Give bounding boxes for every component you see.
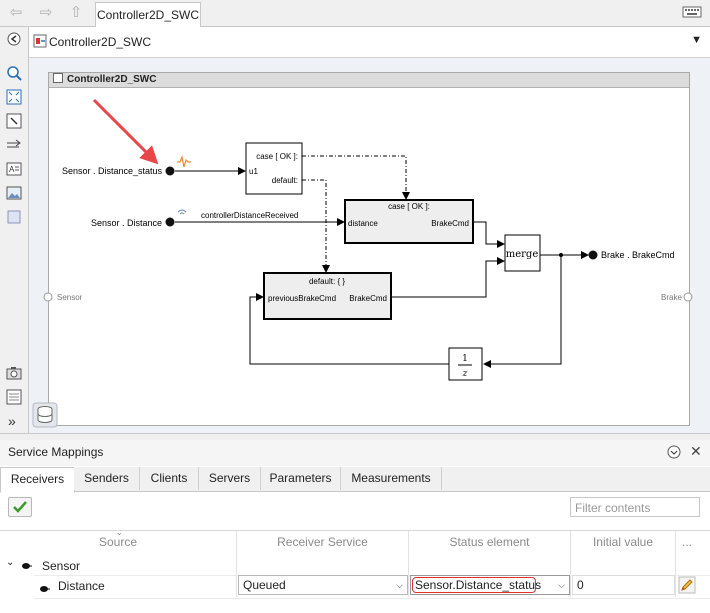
panel-menu-icon[interactable]: [667, 445, 681, 459]
column-header-receiver-service[interactable]: Receiver Service: [237, 535, 408, 549]
edit-pencil-icon[interactable]: [678, 576, 696, 594]
default-block-title: default: { }: [309, 277, 345, 286]
source-cell: Distance: [58, 579, 105, 593]
default-control-line: [302, 179, 330, 273]
default-to-merge-line[interactable]: [391, 257, 505, 298]
case-control-line: [302, 155, 410, 200]
initial-value-field[interactable]: 0: [572, 575, 675, 595]
filter-input[interactable]: Filter contents: [570, 497, 700, 517]
sensor-distance-label: Sensor . Distance: [91, 218, 162, 228]
port-icon: [22, 559, 32, 573]
chevron-down-icon: ⌵: [558, 580, 565, 590]
column-header-more[interactable]: ...: [676, 535, 698, 549]
row-port-icon: [40, 582, 50, 596]
receiver-service-dropdown[interactable]: Queued ⌵: [238, 575, 408, 595]
validate-button[interactable]: [8, 497, 32, 517]
brake-cmd-port[interactable]: [588, 250, 598, 260]
column-header-source[interactable]: Source: [0, 535, 236, 549]
tab-measurements[interactable]: Measurements: [341, 467, 442, 490]
wireless-icon: [177, 209, 187, 215]
switch-case-label: case [ OK ]:: [256, 152, 298, 161]
controller-distance-received-label: controllerDistanceReceived: [201, 211, 298, 220]
case-in-port-label: distance: [348, 219, 378, 228]
tab-receivers[interactable]: Receivers: [0, 467, 75, 493]
case-out-port-label: BrakeCmd: [431, 219, 469, 228]
merge-label: merge: [506, 249, 539, 260]
switch-default-label: default:: [272, 176, 298, 185]
outport-brake-marker: [683, 292, 693, 302]
tab-parameters[interactable]: Parameters: [261, 467, 341, 490]
sensor-distance-status-port[interactable]: [165, 166, 175, 176]
case-to-merge-line[interactable]: [473, 221, 505, 248]
tab-servers[interactable]: Servers: [199, 467, 261, 490]
block-diagram[interactable]: Sensor Brake Sensor . Distance_status ca…: [0, 0, 710, 440]
case-block-title: case [ OK ]:: [388, 202, 430, 211]
inport-sensor-label: Sensor: [57, 293, 83, 302]
annotation-arrow: [92, 98, 159, 165]
mapping-tabs: Receivers Senders Clients Servers Parame…: [0, 467, 710, 493]
status-element-dropdown[interactable]: Sensor.Distance_status ⌵: [410, 575, 570, 595]
signal-status-icon: [177, 154, 191, 168]
expand-chevron-down-icon[interactable]: ⌄: [6, 557, 14, 568]
close-icon[interactable]: ✕: [690, 443, 702, 460]
mappings-table: ⌄ Source Receiver Service Status element…: [0, 528, 710, 613]
default-out-port-label: BrakeCmd: [349, 294, 387, 303]
switch-input-label: u1: [249, 167, 258, 176]
chevron-down-icon: ⌵: [396, 580, 403, 590]
tab-senders[interactable]: Senders: [74, 467, 140, 490]
sensor-distance-port[interactable]: [165, 217, 175, 227]
column-header-status-element[interactable]: Status element: [409, 535, 570, 549]
sensor-distance-status-label: Sensor . Distance_status: [62, 166, 163, 176]
group-label-sensor: Sensor: [42, 559, 81, 573]
inport-sensor-marker: [43, 292, 53, 302]
delay-denominator: z: [462, 369, 468, 379]
data-store-icon[interactable]: [32, 402, 58, 428]
receiver-service-value: Queued: [243, 578, 286, 592]
brake-cmd-label: Brake . BrakeCmd: [601, 250, 675, 260]
column-header-initial-value[interactable]: Initial value: [571, 535, 675, 549]
outport-brake-label: Brake: [661, 293, 682, 302]
panel-header: Service Mappings ✕: [0, 440, 710, 466]
delay-numerator: 1: [462, 354, 468, 364]
checkmark-icon: [13, 501, 27, 513]
default-in-port-label: previousBrakeCmd: [268, 294, 336, 303]
status-highlight: [412, 577, 536, 593]
tab-clients[interactable]: Clients: [140, 467, 199, 490]
panel-title: Service Mappings: [8, 445, 104, 459]
